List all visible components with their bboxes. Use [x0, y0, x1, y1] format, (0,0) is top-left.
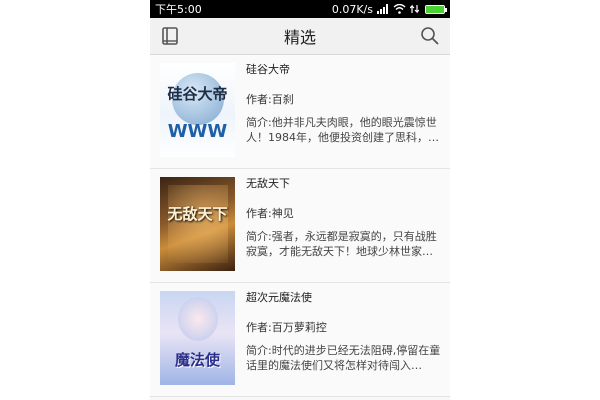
cover-title: 魔法使	[174, 351, 220, 369]
book-intro: 简介:强者，永远都是寂寞的，只有战胜寂寞，才能无敌天下！地球少林世家…	[246, 230, 437, 258]
cover-title: 硅谷大帝	[167, 85, 228, 103]
book-title: 超次元魔法使	[246, 291, 312, 304]
status-icons: 0.07K/s	[331, 2, 447, 16]
book-meta: 硅谷大帝 作者:百刹 简介:他并非凡夫肉眼，他的眼光震惊世人！1984年，他便投…	[246, 63, 450, 168]
book-intro: 简介:时代的进步已经无法阻碍,停留在童话里的魔法使们又将怎样对待闯入…	[246, 344, 441, 372]
network-speed: 0.07K/s	[331, 2, 373, 16]
list-item[interactable]: 硅谷大帝 WWW 硅谷大帝 作者:百刹 简介:他并非凡夫肉眼，他的眼光震惊世人！…	[150, 55, 450, 169]
book-icon[interactable]	[158, 24, 182, 48]
book-author: 作者:神见	[246, 207, 294, 220]
battery-level	[426, 5, 444, 13]
phone-screen: 下午5:00 0.07K/s 精选 硅谷大帝 WWW 硅谷大帝 作者:百刹 简介…	[150, 0, 450, 400]
list-item[interactable]: 魔法使 超次元魔法使 作者:百万萝莉控 简介:时代的进步已经无法阻碍,停留在童话…	[150, 283, 450, 397]
cover-subtitle: WWW	[167, 121, 228, 142]
book-meta: 超次元魔法使 作者:百万萝莉控 简介:时代的进步已经无法阻碍,停留在童话里的魔法…	[246, 291, 450, 396]
book-intro: 简介:他并非凡夫肉眼，他的眼光震惊世人！1984年，他便投资创建了思科，…	[246, 116, 439, 144]
status-time: 下午5:00	[155, 3, 202, 16]
app-bar: 精选	[150, 18, 450, 55]
wifi-icon	[393, 4, 406, 14]
book-meta: 无敌天下 作者:神见 简介:强者，永远都是寂寞的，只有战胜寂寞，才能无敌天下！地…	[246, 177, 450, 282]
search-icon[interactable]	[418, 24, 442, 48]
book-title: 无敌天下	[246, 177, 290, 190]
book-list: 硅谷大帝 WWW 硅谷大帝 作者:百刹 简介:他并非凡夫肉眼，他的眼光震惊世人！…	[150, 55, 450, 397]
list-item[interactable]: 无敌天下 无敌天下 作者:神见 简介:强者，永远都是寂寞的，只有战胜寂寞，才能无…	[150, 169, 450, 283]
book-title: 硅谷大帝	[246, 63, 290, 76]
signal-icon	[377, 4, 389, 14]
transfer-icon	[410, 4, 419, 14]
book-cover: 无敌天下	[160, 177, 235, 271]
battery-icon	[425, 4, 447, 14]
book-cover: 魔法使	[160, 291, 235, 385]
cover-title: 无敌天下	[167, 205, 228, 223]
page-title: 精选	[283, 28, 316, 47]
status-bar: 下午5:00 0.07K/s	[150, 0, 450, 18]
book-cover: 硅谷大帝 WWW	[160, 63, 235, 157]
book-author: 作者:百刹	[246, 93, 294, 106]
book-author: 作者:百万萝莉控	[246, 321, 327, 334]
